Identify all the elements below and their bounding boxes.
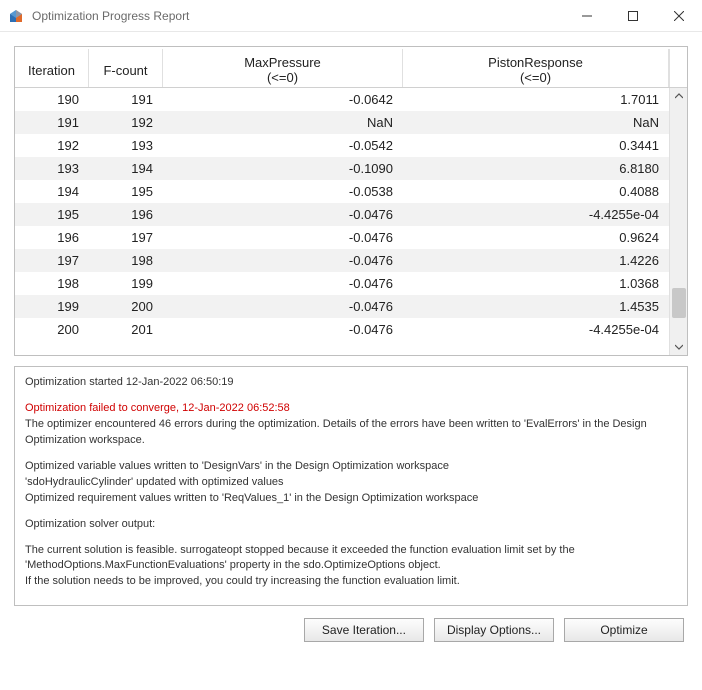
table-row[interactable]: 197198-0.04761.4226 (15, 249, 669, 272)
log-error-detail: The optimizer encountered 46 errors duri… (25, 417, 677, 449)
col-label: MaxPressure (167, 55, 398, 70)
log-solver-msg1: The current solution is feasible. surrog… (25, 543, 677, 575)
cell-maxpressure: -0.0476 (163, 253, 403, 268)
table-row[interactable]: 191192NaNNaN (15, 111, 669, 134)
table-row[interactable]: 195196-0.0476-4.4255e-04 (15, 203, 669, 226)
log-solver-msg2: If the solution needs to be improved, yo… (25, 574, 677, 590)
table-row[interactable]: 194195-0.05380.4088 (15, 180, 669, 203)
optimize-button[interactable]: Optimize (564, 618, 684, 642)
cell-fcount: 199 (89, 276, 163, 291)
cell-fcount: 191 (89, 92, 163, 107)
cell-iteration: 191 (15, 115, 89, 130)
cell-pistonresponse: 0.9624 (403, 230, 669, 245)
cell-iteration: 190 (15, 92, 89, 107)
cell-iteration: 192 (15, 138, 89, 153)
cell-fcount: 194 (89, 161, 163, 176)
scroll-up-icon[interactable] (670, 88, 688, 104)
cell-iteration: 196 (15, 230, 89, 245)
col-header-scrollspace (669, 49, 687, 87)
button-label: Optimize (600, 623, 647, 637)
col-header-iteration[interactable]: Iteration (15, 49, 89, 87)
close-button[interactable] (656, 0, 702, 32)
cell-maxpressure: -0.0542 (163, 138, 403, 153)
cell-fcount: 196 (89, 207, 163, 222)
cell-fcount: 195 (89, 184, 163, 199)
cell-maxpressure: -0.0476 (163, 322, 403, 337)
table-row[interactable]: 198199-0.04761.0368 (15, 272, 669, 295)
cell-maxpressure: -0.0476 (163, 276, 403, 291)
app-icon (8, 8, 24, 24)
vertical-scrollbar[interactable] (669, 88, 687, 355)
col-label: F-count (93, 63, 158, 78)
col-header-maxpressure[interactable]: MaxPressure (<=0) (163, 49, 403, 87)
iteration-table: Iteration F-count MaxPressure (<=0) Pist… (14, 46, 688, 356)
table-row[interactable]: 196197-0.04760.9624 (15, 226, 669, 249)
cell-pistonresponse: 0.3441 (403, 138, 669, 153)
scroll-down-icon[interactable] (670, 339, 688, 355)
cell-fcount: 193 (89, 138, 163, 153)
col-sublabel: (<=0) (407, 70, 664, 85)
cell-pistonresponse: 0.4088 (403, 184, 669, 199)
cell-pistonresponse: NaN (403, 115, 669, 130)
table-row[interactable]: 192193-0.05420.3441 (15, 134, 669, 157)
cell-maxpressure: -0.0476 (163, 207, 403, 222)
cell-iteration: 195 (15, 207, 89, 222)
col-label: PistonResponse (407, 55, 664, 70)
cell-iteration: 200 (15, 322, 89, 337)
log-designvars: Optimized variable values written to 'De… (25, 459, 677, 475)
cell-maxpressure: -0.0476 (163, 230, 403, 245)
log-panel: Optimization started 12-Jan-2022 06:50:1… (14, 366, 688, 606)
table-row[interactable]: 199200-0.04761.4535 (15, 295, 669, 318)
table-header-row: Iteration F-count MaxPressure (<=0) Pist… (15, 49, 687, 88)
display-options-button[interactable]: Display Options... (434, 618, 554, 642)
cell-fcount: 201 (89, 322, 163, 337)
cell-pistonresponse: -4.4255e-04 (403, 207, 669, 222)
cell-fcount: 200 (89, 299, 163, 314)
table-row[interactable]: 190191-0.06421.7011 (15, 88, 669, 111)
cell-maxpressure: -0.1090 (163, 161, 403, 176)
button-row: Save Iteration... Display Options... Opt… (14, 606, 688, 642)
log-model-updated: 'sdoHydraulicCylinder' updated with opti… (25, 475, 677, 491)
log-started: Optimization started 12-Jan-2022 06:50:1… (25, 375, 677, 391)
table-body: 190191-0.06421.7011191192NaNNaN192193-0.… (15, 88, 669, 355)
maximize-button[interactable] (610, 0, 656, 32)
minimize-button[interactable] (564, 0, 610, 32)
save-iteration-button[interactable]: Save Iteration... (304, 618, 424, 642)
col-label: Iteration (19, 63, 84, 78)
cell-maxpressure: -0.0476 (163, 299, 403, 314)
scroll-thumb[interactable] (672, 288, 686, 318)
log-reqvalues: Optimized requirement values written to … (25, 491, 677, 507)
cell-maxpressure: NaN (163, 115, 403, 130)
cell-maxpressure: -0.0642 (163, 92, 403, 107)
cell-pistonresponse: 1.4226 (403, 253, 669, 268)
cell-maxpressure: -0.0538 (163, 184, 403, 199)
cell-pistonresponse: 1.0368 (403, 276, 669, 291)
cell-pistonresponse: -4.4255e-04 (403, 322, 669, 337)
table-row[interactable]: 200201-0.0476-4.4255e-04 (15, 318, 669, 341)
cell-pistonresponse: 1.7011 (403, 92, 669, 107)
cell-iteration: 194 (15, 184, 89, 199)
title-bar: Optimization Progress Report (0, 0, 702, 32)
cell-pistonresponse: 1.4535 (403, 299, 669, 314)
cell-iteration: 198 (15, 276, 89, 291)
cell-pistonresponse: 6.8180 (403, 161, 669, 176)
table-row[interactable]: 193194-0.10906.8180 (15, 157, 669, 180)
cell-iteration: 199 (15, 299, 89, 314)
window-title: Optimization Progress Report (32, 9, 189, 23)
col-header-fcount[interactable]: F-count (89, 49, 163, 87)
cell-fcount: 192 (89, 115, 163, 130)
button-label: Save Iteration... (322, 623, 406, 637)
col-sublabel: (<=0) (167, 70, 398, 85)
log-failed: Optimization failed to converge, 12-Jan-… (25, 401, 677, 417)
cell-fcount: 198 (89, 253, 163, 268)
cell-fcount: 197 (89, 230, 163, 245)
log-solver-header: Optimization solver output: (25, 517, 677, 533)
cell-iteration: 193 (15, 161, 89, 176)
col-header-pistonresponse[interactable]: PistonResponse (<=0) (403, 49, 669, 87)
button-label: Display Options... (447, 623, 541, 637)
cell-iteration: 197 (15, 253, 89, 268)
